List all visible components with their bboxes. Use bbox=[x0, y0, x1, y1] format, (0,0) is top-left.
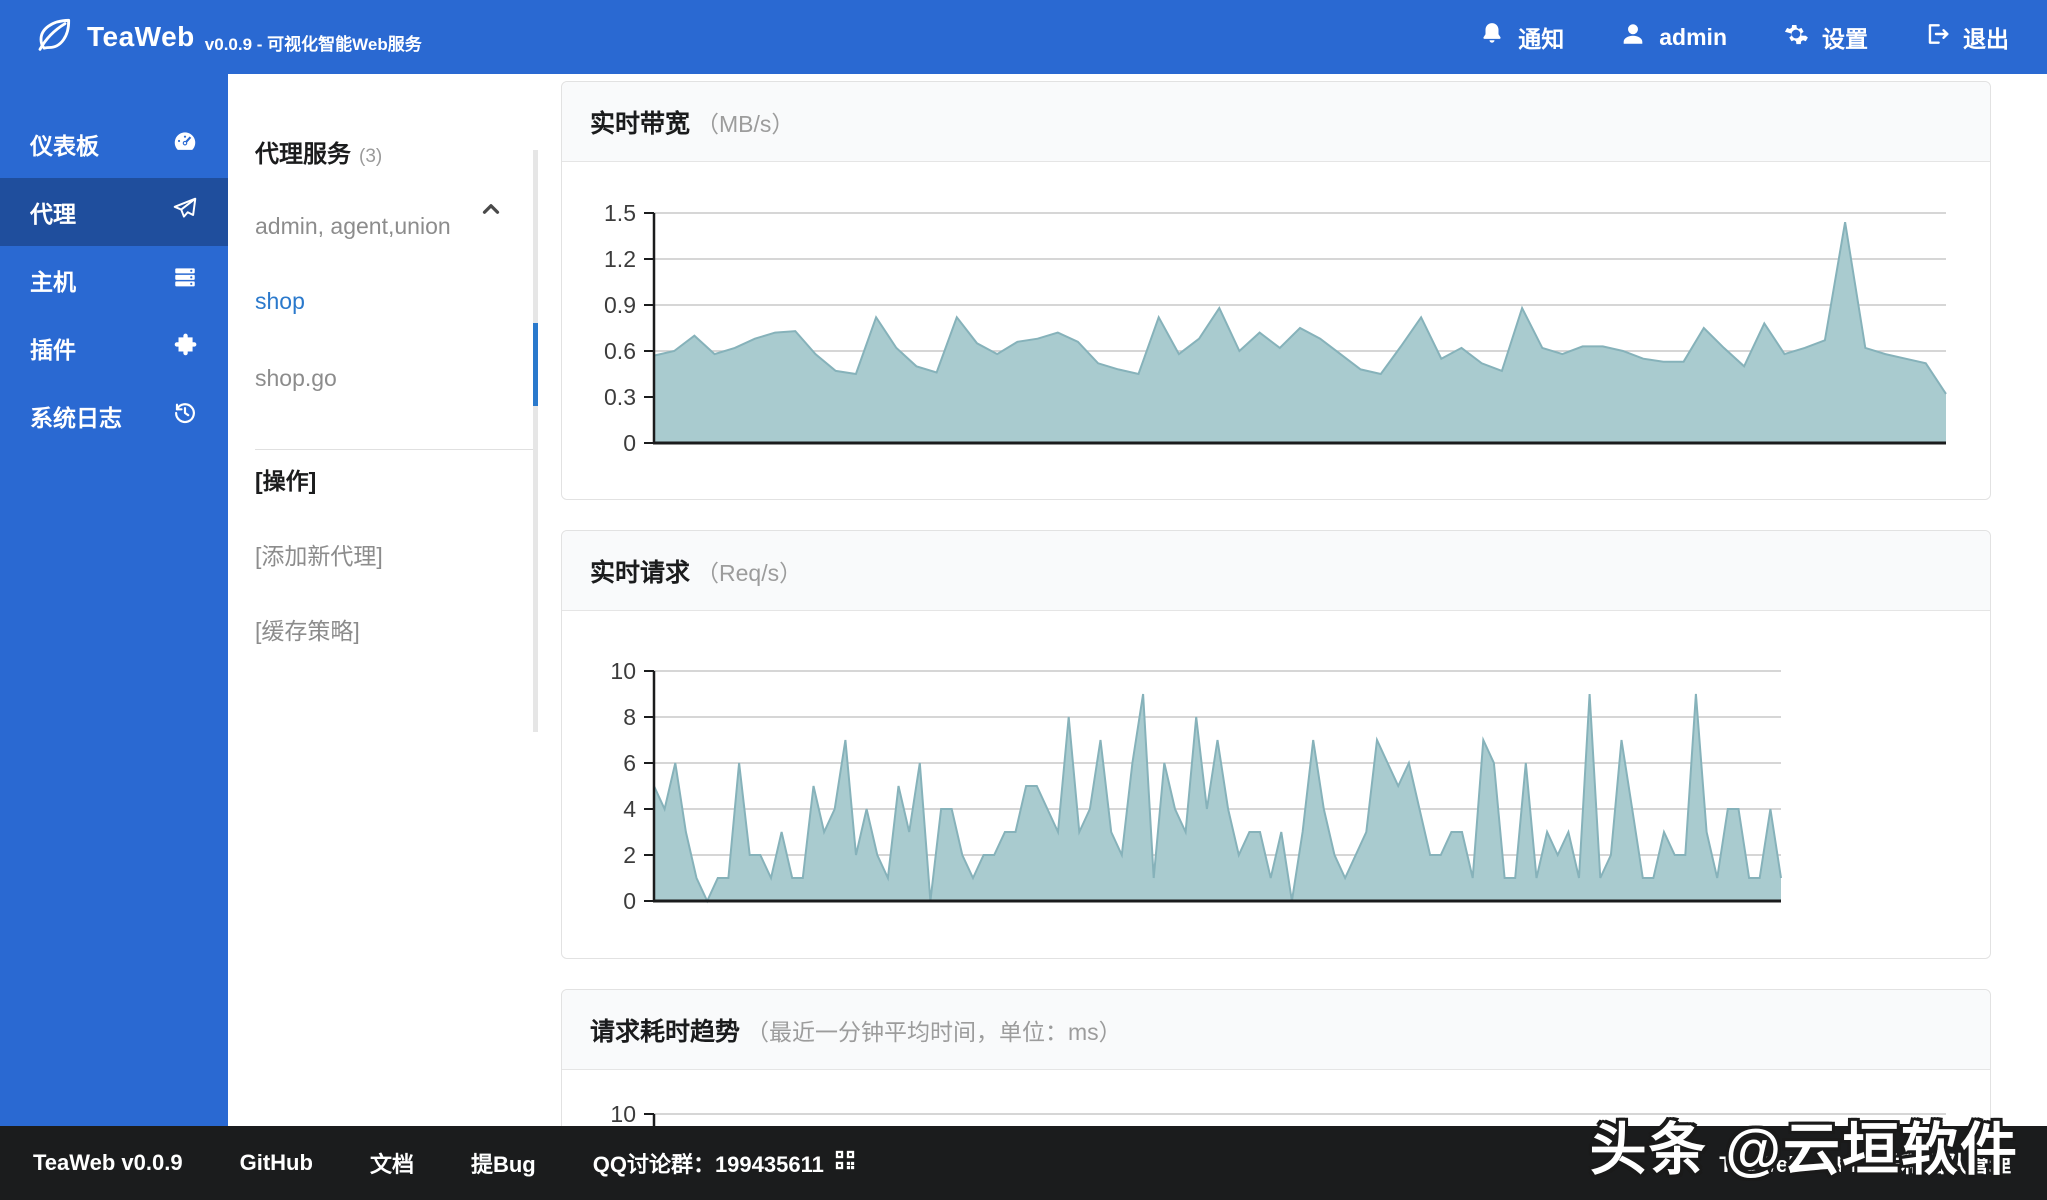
proxy-panel-header: 代理服务 (3) bbox=[255, 134, 538, 168]
action-add-proxy[interactable]: [添加新代理] bbox=[255, 541, 538, 571]
proxy-panel-title: 代理服务 bbox=[255, 141, 351, 168]
svg-text:4: 4 bbox=[623, 796, 636, 822]
panel-unit: （MB/s） bbox=[696, 110, 795, 137]
panel-unit: （最近一分钟平均时间，单位：ms） bbox=[746, 1018, 1122, 1045]
footer-link-docs[interactable]: 文档 bbox=[370, 1147, 414, 1179]
sidebar-item-dashboard[interactable]: 仪表板 bbox=[0, 110, 228, 178]
footer-qq-group[interactable]: QQ讨论群：199435611 bbox=[593, 1147, 856, 1179]
dashboard-icon bbox=[172, 128, 198, 160]
user-icon bbox=[1620, 21, 1646, 53]
sign-out-icon bbox=[1924, 21, 1950, 53]
selected-item-indicator bbox=[533, 323, 538, 406]
footer-link-github[interactable]: GitHub bbox=[240, 1150, 313, 1176]
requests-chart: 0 2 4 6 8 10 bbox=[610, 658, 1782, 914]
nav-settings[interactable]: 设置 bbox=[1783, 20, 1868, 54]
operations-title: [操作] bbox=[255, 468, 317, 494]
nav-notifications[interactable]: 通知 bbox=[1479, 20, 1564, 54]
svg-text:0.3: 0.3 bbox=[604, 384, 636, 410]
server-icon bbox=[172, 264, 198, 296]
sidebar-item-hosts[interactable]: 主机 bbox=[0, 246, 228, 314]
qr-code-icon bbox=[834, 1149, 856, 1177]
footer-link-bug[interactable]: 提Bug bbox=[471, 1147, 536, 1179]
app-logo[interactable]: TeaWeb v0.0.9 - 可视化智能Web服务 bbox=[0, 15, 422, 60]
main-sidebar: 仪表板 代理 主机 插件 系统日志 bbox=[0, 74, 228, 1200]
bell-icon bbox=[1479, 21, 1505, 53]
svg-text:8: 8 bbox=[623, 704, 636, 730]
nav-label: 退出 bbox=[1963, 26, 2009, 52]
panel-title: 实时请求 bbox=[590, 558, 691, 587]
panel-title: 请求耗时趋势 bbox=[590, 1017, 741, 1046]
svg-text:10: 10 bbox=[610, 658, 636, 684]
latency-panel-header: 请求耗时趋势 （最近一分钟平均时间，单位：ms） bbox=[562, 990, 1990, 1070]
proxy-item-shop-go[interactable]: shop.go bbox=[255, 363, 538, 393]
gear-icon bbox=[1783, 21, 1809, 53]
svg-text:10: 10 bbox=[610, 1101, 636, 1127]
footer-version: TeaWeb v0.0.9 bbox=[33, 1150, 183, 1175]
nav-logout[interactable]: 退出 bbox=[1924, 20, 2009, 54]
nav-label: 设置 bbox=[1822, 26, 1868, 52]
svg-text:6: 6 bbox=[623, 750, 636, 776]
qq-group-label: QQ讨论群：199435611 bbox=[592, 1152, 824, 1177]
proxy-count-badge: (3) bbox=[359, 146, 383, 167]
panel-unit: （Req/s） bbox=[696, 559, 803, 586]
svg-text:0: 0 bbox=[623, 888, 636, 914]
requests-panel-header: 实时请求 （Req/s） bbox=[562, 531, 1990, 611]
puzzle-icon bbox=[172, 332, 198, 364]
sidebar-item-label: 系统日志 bbox=[30, 405, 122, 431]
nav-label: 通知 bbox=[1518, 26, 1565, 52]
proxy-service-panel: 代理服务 (3) admin, agent,union shop shop.go… bbox=[228, 74, 538, 1200]
history-icon bbox=[172, 400, 198, 432]
main-content: 实时带宽 （MB/s） 0 0.3 0.6 0.9 1.2 1.5 实时请求 （Req/s… bbox=[538, 74, 2047, 1200]
sidebar-item-plugins[interactable]: 插件 bbox=[0, 314, 228, 382]
sidebar-item-label: 插件 bbox=[30, 337, 76, 363]
svg-text:0.9: 0.9 bbox=[604, 292, 636, 318]
paper-plane-icon bbox=[172, 196, 198, 228]
scrollbar-track[interactable] bbox=[533, 150, 538, 732]
action-cache-policy[interactable]: [缓存策略] bbox=[255, 616, 538, 646]
svg-text:0.6: 0.6 bbox=[604, 338, 636, 364]
panel-title: 实时带宽 bbox=[590, 109, 691, 138]
chevron-up-icon[interactable] bbox=[478, 196, 504, 227]
leaf-icon bbox=[34, 15, 87, 60]
svg-text:1.2: 1.2 bbox=[604, 246, 636, 272]
proxy-item-shop[interactable]: shop bbox=[255, 286, 538, 316]
app-version: v0.0.9 - 可视化智能Web服务 bbox=[204, 34, 422, 54]
nav-label: admin bbox=[1659, 23, 1727, 50]
divider bbox=[255, 449, 533, 450]
sidebar-item-label: 代理 bbox=[30, 201, 76, 227]
svg-text:2: 2 bbox=[623, 842, 636, 868]
bandwidth-panel: 实时带宽 （MB/s） 0 0.3 0.6 0.9 1.2 1.5 bbox=[561, 81, 1991, 500]
app-name: TeaWeb bbox=[87, 21, 195, 52]
watermark: 头条 @云垣软件 bbox=[1589, 1118, 2019, 1182]
nav-account[interactable]: admin bbox=[1620, 21, 1727, 53]
svg-text:0: 0 bbox=[623, 430, 636, 456]
header-nav: 通知 admin 设置 退出 bbox=[1479, 20, 2047, 54]
sidebar-item-syslog[interactable]: 系统日志 bbox=[0, 382, 228, 450]
requests-panel: 实时请求 （Req/s） 0 2 4 6 8 10 bbox=[561, 530, 1991, 959]
bandwidth-chart: 0 0.3 0.6 0.9 1.2 1.5 bbox=[604, 200, 1947, 456]
svg-text:1.5: 1.5 bbox=[604, 200, 636, 226]
top-header: TeaWeb v0.0.9 - 可视化智能Web服务 通知 admin 设置 退… bbox=[0, 0, 2047, 74]
sidebar-item-label: 主机 bbox=[30, 269, 76, 295]
bandwidth-panel-header: 实时带宽 （MB/s） bbox=[562, 82, 1990, 162]
sidebar-item-label: 仪表板 bbox=[30, 133, 99, 159]
sidebar-item-proxy[interactable]: 代理 bbox=[0, 178, 228, 246]
